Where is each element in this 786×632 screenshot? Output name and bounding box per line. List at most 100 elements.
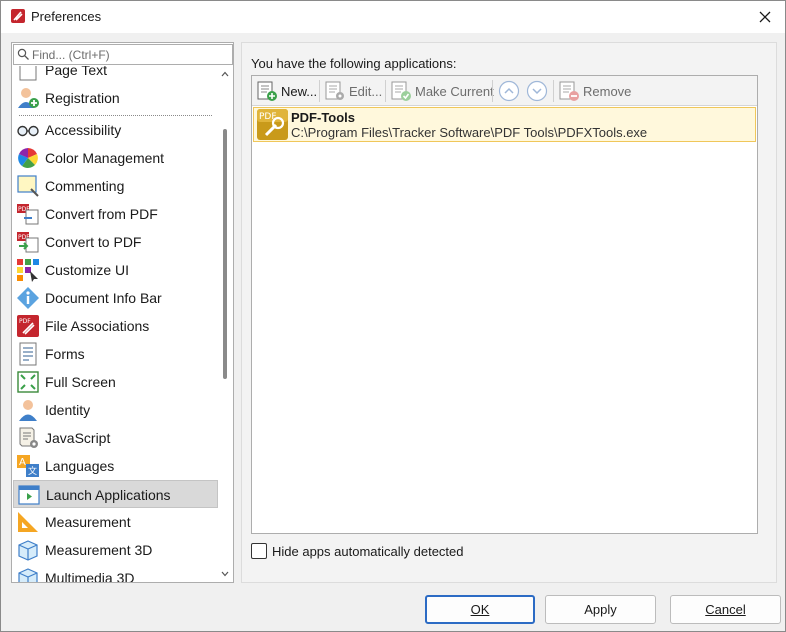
move-up-icon[interactable]: [498, 80, 520, 102]
sidebar-item-label: Registration: [45, 90, 120, 106]
apply-button[interactable]: Apply: [545, 595, 656, 624]
hide-apps-checkbox[interactable]: [251, 543, 267, 559]
category-list: Page Text Registration Accessibility Col…: [13, 66, 218, 582]
toolbar-separator: [492, 80, 493, 102]
apply-button-label: Apply: [584, 602, 617, 617]
sidebar-item-registration[interactable]: Registration: [13, 84, 218, 112]
multimedia-3d-icon: [18, 568, 38, 582]
sidebar-item-file-associations[interactable]: PDF File Associations: [13, 312, 218, 340]
sidebar-item-label: Forms: [45, 346, 85, 362]
convert-to-pdf-icon: PDF: [17, 232, 39, 253]
chevron-up-icon: [221, 71, 229, 77]
sidebar-item-convert-to-pdf[interactable]: PDF Convert to PDF: [13, 228, 218, 256]
convert-from-pdf-icon: PDF: [17, 204, 39, 225]
sidebar-item-label: Convert from PDF: [45, 206, 158, 222]
app-logo-icon: [11, 9, 25, 23]
remove-app-icon: [559, 81, 579, 101]
sidebar-item-label: Customize UI: [45, 262, 130, 278]
category-list-scrollbar[interactable]: [218, 66, 232, 582]
make-current-button[interactable]: Make Current: [388, 78, 494, 104]
svg-text:PDF: PDF: [19, 318, 31, 325]
glasses-icon: [17, 125, 39, 137]
scroll-down-button[interactable]: [218, 567, 232, 581]
edit-app-icon: [325, 81, 344, 100]
javascript-icon: [19, 427, 38, 448]
sidebar-item-identity[interactable]: Identity: [13, 396, 218, 424]
identity-icon: [19, 400, 37, 421]
svg-text:A: A: [19, 457, 26, 468]
sidebar-item-javascript[interactable]: JavaScript: [13, 424, 218, 452]
sidebar-item-commenting[interactable]: Commenting: [13, 172, 218, 200]
sidebar-item-customize-ui[interactable]: Customize UI: [13, 256, 218, 284]
toolbar-separator: [319, 80, 320, 102]
edit-button-label: Edit...: [349, 83, 383, 99]
sidebar-item-label: Color Management: [45, 150, 165, 166]
customize-ui-icon: [17, 259, 39, 282]
sidebar-item-label: Page Text: [45, 66, 108, 78]
full-screen-icon: [17, 371, 39, 393]
ok-button-label: OK: [470, 602, 490, 617]
scrollbar-thumb[interactable]: [223, 129, 227, 379]
sidebar-item-languages[interactable]: A 文 Languages: [13, 452, 218, 480]
registration-icon: [18, 88, 39, 108]
sidebar-item-label: Measurement 3D: [45, 542, 153, 558]
languages-icon: A 文: [17, 455, 39, 477]
ok-button[interactable]: OK: [425, 595, 535, 624]
color-wheel-icon: [18, 148, 38, 168]
toolbar-separator: [385, 80, 386, 102]
search-input[interactable]: [32, 45, 228, 64]
sidebar-item-page-text[interactable]: Page Text: [13, 66, 218, 84]
make-current-button-label: Make Current: [415, 83, 494, 99]
sidebar-item-measurement[interactable]: Measurement: [13, 508, 218, 536]
applications-toolbar: New... Edit... Make Current Remove: [252, 76, 757, 106]
edit-button[interactable]: Edit...: [322, 78, 382, 104]
sidebar-item-multimedia-3d[interactable]: Multimedia 3D: [13, 564, 218, 582]
measurement-3d-icon: [18, 540, 38, 561]
sidebar-item-label: File Associations: [45, 318, 150, 334]
sidebar-item-label: Multimedia 3D: [45, 570, 135, 582]
search-icon: [17, 48, 29, 60]
page-text-icon: [19, 66, 37, 81]
toolbar-separator: [553, 80, 554, 102]
cancel-button[interactable]: Cancel: [670, 595, 781, 624]
sidebar-item-measurement-3d[interactable]: Measurement 3D: [13, 536, 218, 564]
launch-applications-icon: [18, 485, 40, 505]
info-icon: [17, 287, 39, 309]
sidebar-item-label: Commenting: [45, 178, 125, 194]
hide-apps-option[interactable]: Hide apps automatically detected: [251, 542, 464, 560]
launch-applications-panel: You have the following applications: New…: [241, 42, 777, 583]
sidebar-item-label: Accessibility: [45, 122, 122, 138]
measurement-icon: [18, 512, 38, 532]
cancel-button-label: Cancel: [705, 602, 746, 617]
remove-button[interactable]: Remove: [556, 78, 631, 104]
search-box[interactable]: [13, 44, 233, 65]
sidebar-item-accessibility[interactable]: Accessibility: [13, 116, 218, 144]
scroll-up-button[interactable]: [218, 67, 232, 81]
file-associations-icon: PDF: [17, 315, 39, 337]
application-row[interactable]: PDF PDF-Tools C:\Program Files\Tracker S…: [253, 107, 756, 142]
applications-list-frame: New... Edit... Make Current Remove PDF P…: [251, 75, 758, 534]
sidebar-item-full-screen[interactable]: Full Screen: [13, 368, 218, 396]
applications-heading: You have the following applications:: [251, 56, 457, 71]
sidebar-item-label: Measurement: [45, 514, 131, 530]
sidebar-item-forms[interactable]: Forms: [13, 340, 218, 368]
close-button[interactable]: [745, 1, 785, 33]
sidebar-item-label: Document Info Bar: [45, 290, 162, 306]
sidebar-item-label: Languages: [45, 458, 115, 474]
hide-apps-label: Hide apps automatically detected: [272, 543, 464, 559]
sidebar-item-document-info-bar[interactable]: Document Info Bar: [13, 284, 218, 312]
application-path: C:\Program Files\Tracker Software\PDF To…: [291, 125, 648, 140]
new-button[interactable]: New...: [254, 78, 317, 104]
new-button-label: New...: [281, 83, 318, 99]
sidebar-item-launch-applications[interactable]: Launch Applications: [13, 480, 218, 508]
application-name: PDF-Tools: [291, 110, 356, 125]
move-down-icon[interactable]: [526, 80, 548, 102]
svg-text:文: 文: [28, 465, 37, 477]
sidebar-item-label: Convert to PDF: [45, 234, 142, 250]
make-current-icon: [391, 81, 411, 101]
sidebar-item-convert-from-pdf[interactable]: PDF Convert from PDF: [13, 200, 218, 228]
sidebar-item-color-management[interactable]: Color Management: [13, 144, 218, 172]
sidebar-item-label: Identity: [45, 402, 91, 418]
preferences-category-panel: Page Text Registration: [11, 42, 234, 583]
window-title: Preferences: [31, 9, 102, 24]
